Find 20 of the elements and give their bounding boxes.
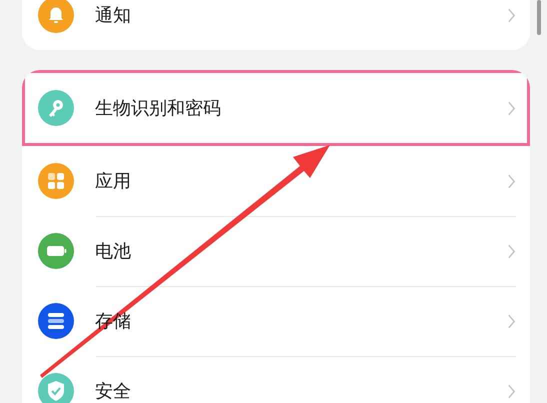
settings-row[interactable]: 电池	[22, 216, 530, 286]
stack-icon	[38, 303, 74, 339]
settings-label: 安全	[95, 380, 132, 403]
app-grid-icon	[38, 163, 74, 199]
battery-icon	[38, 233, 74, 269]
chevron-icon	[507, 312, 516, 330]
settings-label: 通知	[95, 4, 132, 27]
settings-row[interactable]: 通知	[22, 0, 530, 50]
chevron-icon	[507, 242, 516, 260]
highlighted-settings-row[interactable]: 生物识别和密码	[22, 70, 530, 146]
chevron-icon	[507, 100, 516, 116]
scroll-bar	[537, 0, 541, 35]
chevron-icon	[507, 382, 516, 400]
settings-row[interactable]: 安全	[22, 356, 530, 403]
settings-label: 电池	[95, 240, 132, 263]
chevron-icon	[507, 172, 516, 190]
key-icon	[38, 90, 74, 126]
chevron-icon	[507, 6, 516, 24]
settings-label: 生物识别和密码	[95, 97, 222, 120]
settings-label: 应用	[95, 170, 132, 193]
